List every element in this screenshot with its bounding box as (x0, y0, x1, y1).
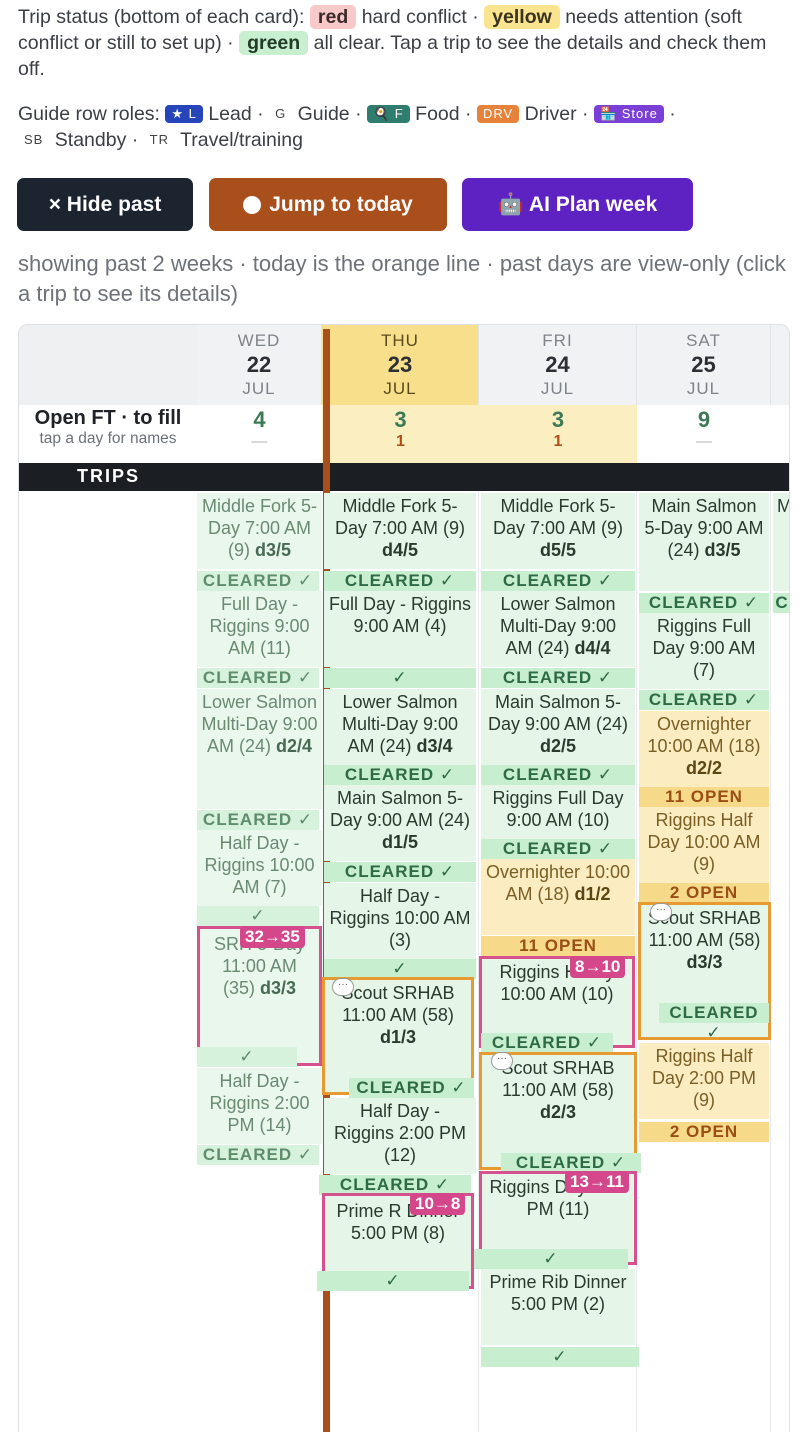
trip-status: ✓ (324, 959, 476, 979)
trip-status: CLEARED ✓ (639, 690, 769, 710)
trip-status: CLEARED ✓ (481, 765, 635, 785)
chat-bubble-icon[interactable]: ··· (491, 1052, 513, 1070)
role-legend: Guide row roles: ★ L Lead · G Guide · 🍳 … (18, 103, 676, 151)
trip-status: CLEARED ✓ (639, 593, 769, 613)
status-legend: Trip status (bottom of each card): red h… (18, 5, 767, 80)
open-count-fri[interactable]: 31 (479, 405, 637, 463)
circle-icon (243, 195, 262, 214)
trip-card[interactable]: Riggins Full Day 9:00 AM (10) (481, 785, 635, 839)
trip-status: CLEARED ✓ (481, 668, 635, 688)
trip-card[interactable]: Main Salmon 5-Day 9:00 AM (24) d3/5 (639, 493, 769, 591)
legend-green-pill: green (239, 31, 309, 55)
day-header-wed[interactable]: WED 22 JUL (197, 325, 322, 405)
jump-to-today-button[interactable]: Jump to today (209, 178, 447, 231)
trip-card[interactable]: Half Day - Riggins 10:00 AM (3) (324, 883, 476, 959)
role-driver-badge: DRV (476, 105, 520, 123)
trip-card[interactable]: Half Day - Riggins 10:00 AM (7) (197, 830, 322, 906)
trip-card[interactable]: Riggins Half Day 10:00 AM (9) (639, 807, 769, 883)
role-food-badge: 🍳 F (367, 105, 410, 123)
day-header-thu[interactable]: THU 23 JUL (322, 325, 479, 405)
trip-status: CLEARED ✓ (197, 1145, 319, 1165)
legend-red-pill: red (309, 5, 357, 29)
trip-card[interactable]: Full Day - Riggins 9:00 AM (11) (197, 591, 322, 667)
trip-card[interactable]: Half Day - Riggins 2:00 PM (14) (197, 1068, 322, 1144)
trip-status: CLEARED ✓ (481, 571, 635, 591)
trip-status: C (773, 593, 789, 613)
trip-card[interactable]: M (773, 493, 789, 591)
hide-past-button[interactable]: × Hide past (17, 178, 193, 231)
open-count-thu[interactable]: 31 (322, 405, 479, 463)
trip-card[interactable]: Main Salmon 5-Day 9:00 AM (24) d2/5 (481, 689, 635, 765)
chat-bubble-icon[interactable]: ··· (332, 978, 354, 996)
trip-status: CLEARED ✓ (481, 839, 635, 859)
trip-status: CLEARED ✓ (481, 1033, 613, 1053)
trip-card[interactable]: Overnighter 10:00 AM (18) d1/2 (481, 859, 635, 935)
trip-status: ✓ (324, 668, 476, 688)
trip-status: 2 OPEN (639, 1122, 769, 1142)
trip-card[interactable]: Main Salmon 5-Day 9:00 AM (24) d1/5 (324, 785, 476, 861)
trip-card[interactable]: Prime Rib Dinner 5:00 PM (2) (481, 1269, 635, 1345)
trip-card[interactable]: Middle Fork 5-Day 7:00 AM (9) d5/5 (481, 493, 635, 569)
open-row-label: Open FT · to fill tap a day for names (19, 405, 197, 463)
role-lead-badge: ★ L (165, 105, 203, 123)
open-count-wed[interactable]: 4— (197, 405, 322, 463)
trip-status: CLEARED ✓ (501, 1153, 641, 1173)
trip-card[interactable]: Overnighter 10:00 AM (18) d2/2 (639, 711, 769, 787)
grid-corner (19, 325, 197, 405)
role-store-badge: 🏪 Store (593, 105, 664, 123)
trip-status: ✓ (481, 1347, 639, 1367)
chat-bubble-icon[interactable]: ··· (650, 903, 672, 921)
trip-status: CLEARED ✓ (324, 765, 476, 785)
trip-card[interactable]: Riggins Half Day 2:00 PM (9) (639, 1043, 769, 1119)
trip-card[interactable]: Full Day - Riggins 9:00 AM (4) (324, 591, 476, 667)
trip-card[interactable]: Lower Salmon Multi-Day 9:00 AM (24) d3/4 (324, 689, 476, 765)
trip-status: ✓ (317, 1271, 469, 1291)
trip-status: ✓ (197, 906, 319, 926)
day-header-fri[interactable]: FRI 24 JUL (479, 325, 637, 405)
trip-status: CLEARED ✓ (197, 810, 319, 830)
guest-change-badge: 32→35 (240, 926, 305, 948)
trip-status: CLEARED ✓ (197, 668, 319, 688)
day-header-next[interactable] (771, 325, 789, 405)
role-guide-badge: G (275, 106, 287, 121)
trips-section-bar: TRIPS (19, 463, 789, 491)
trip-card[interactable]: Lower Salmon Multi-Day 9:00 AM (24) d2/4 (197, 689, 322, 809)
schedule-grid: WED 22 JUL THU 23 JUL FRI 24 JUL SAT 25 JUL Open… (18, 324, 790, 1432)
trip-card[interactable]: Middle Fork 5-Day 7:00 AM (9) d4/5 (324, 493, 476, 569)
trip-status: CLEARED ✓ (319, 1175, 471, 1195)
trip-card[interactable]: Middle Fork 5-Day 7:00 AM (9) d3/5 (197, 493, 322, 569)
day-header-sat[interactable]: SAT 25 JUL (637, 325, 771, 405)
view-note: showing past 2 weeks · today is the oran… (18, 251, 786, 306)
legend-yellow-pill: yellow (484, 5, 560, 29)
role-travel-badge: TR (149, 132, 170, 147)
trip-status: CLEARED ✓ (197, 571, 319, 591)
trip-status: CLEARED ✓ (659, 1003, 769, 1042)
trip-status: CLEARED ✓ (324, 862, 476, 882)
guest-change-badge: 10→8 (410, 1193, 466, 1215)
guest-change-badge: 8→10 (570, 956, 626, 978)
trip-status: 2 OPEN (639, 883, 769, 903)
trip-card[interactable]: Lower Salmon Multi-Day 9:00 AM (24) d4/4 (481, 591, 635, 667)
trip-card[interactable]: Riggins Full Day 9:00 AM (7) (639, 613, 769, 689)
trip-status: CLEARED ✓ (349, 1078, 474, 1098)
ai-plan-week-button[interactable]: 🤖 AI Plan week (462, 178, 693, 231)
guest-change-badge: 13→11 (565, 1171, 629, 1193)
trip-status: ✓ (474, 1249, 628, 1269)
trip-status: 11 OPEN (481, 936, 635, 956)
trip-card[interactable]: Half Day - Riggins 2:00 PM (12) (324, 1098, 476, 1174)
open-count-sat[interactable]: 9— (637, 405, 771, 463)
trip-status: CLEARED ✓ (324, 571, 476, 591)
trip-status: ✓ (197, 1047, 297, 1067)
role-standby-badge: SB (24, 132, 44, 147)
trip-status: 11 OPEN (639, 787, 769, 807)
